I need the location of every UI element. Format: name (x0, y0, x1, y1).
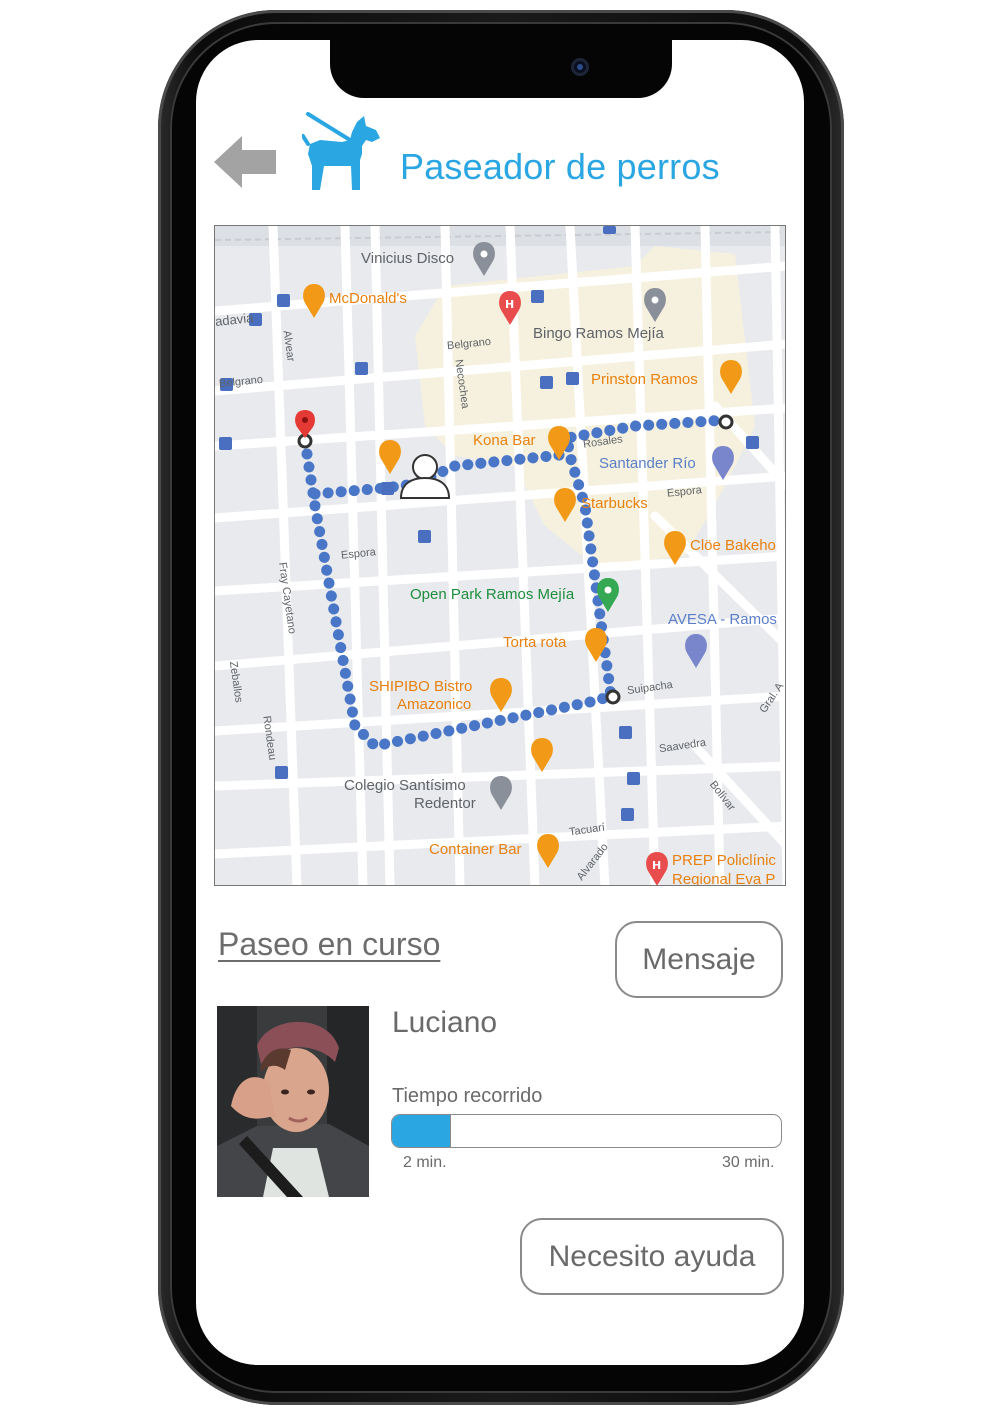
page-title: Paseador de perros (400, 146, 720, 187)
place-label: Open Park Ramos Mejía (410, 586, 575, 603)
place-label: Kona Bar (473, 432, 536, 449)
place-label: Regional Eva P (672, 871, 776, 886)
place-label: Vinicius Disco (361, 250, 455, 267)
back-arrow-icon[interactable] (214, 134, 278, 190)
map-canvas: H H (215, 226, 785, 885)
dog-leash-icon (302, 112, 380, 190)
time-label: Tiempo recorrido (392, 1085, 543, 1107)
place-label: Amazonico (397, 696, 472, 713)
place-label: SHIPIBO Bistro (369, 678, 473, 695)
svg-text:H: H (505, 298, 514, 311)
place-label: PREP Policlínic (672, 852, 776, 869)
map-view[interactable]: H H Vinicius Disco McDonald's Bingo Ramo… (214, 225, 786, 886)
section-title: Paseo en curso (218, 926, 441, 962)
total-time: 30 min. (722, 1154, 775, 1171)
place-label: Prinston Ramos (591, 371, 698, 388)
time-progress-fill (392, 1115, 452, 1147)
place-label: Container Bar (429, 841, 522, 858)
elapsed-time: 2 min. (403, 1154, 447, 1171)
place-label: Clöe Bakeho (690, 537, 776, 554)
place-label: Torta rota (503, 634, 567, 651)
walker-name: Luciano (392, 1006, 498, 1039)
phone-notch (330, 30, 672, 98)
svg-text:H: H (652, 859, 661, 872)
place-label: AVESA - Ramos (668, 611, 777, 628)
help-button[interactable]: Necesito ayuda (520, 1218, 784, 1295)
place-label: Starbucks (581, 495, 648, 512)
time-progress-bar (391, 1114, 782, 1148)
front-camera (571, 58, 589, 76)
place-label: McDonald's (329, 290, 407, 307)
place-label: Colegio Santísimo (344, 777, 466, 794)
place-label: Santander Río (599, 455, 696, 472)
place-label: Redentor (414, 795, 476, 812)
message-button[interactable]: Mensaje (615, 921, 783, 998)
place-label: Bingo Ramos Mejía (533, 325, 664, 342)
walker-avatar (217, 1006, 369, 1197)
